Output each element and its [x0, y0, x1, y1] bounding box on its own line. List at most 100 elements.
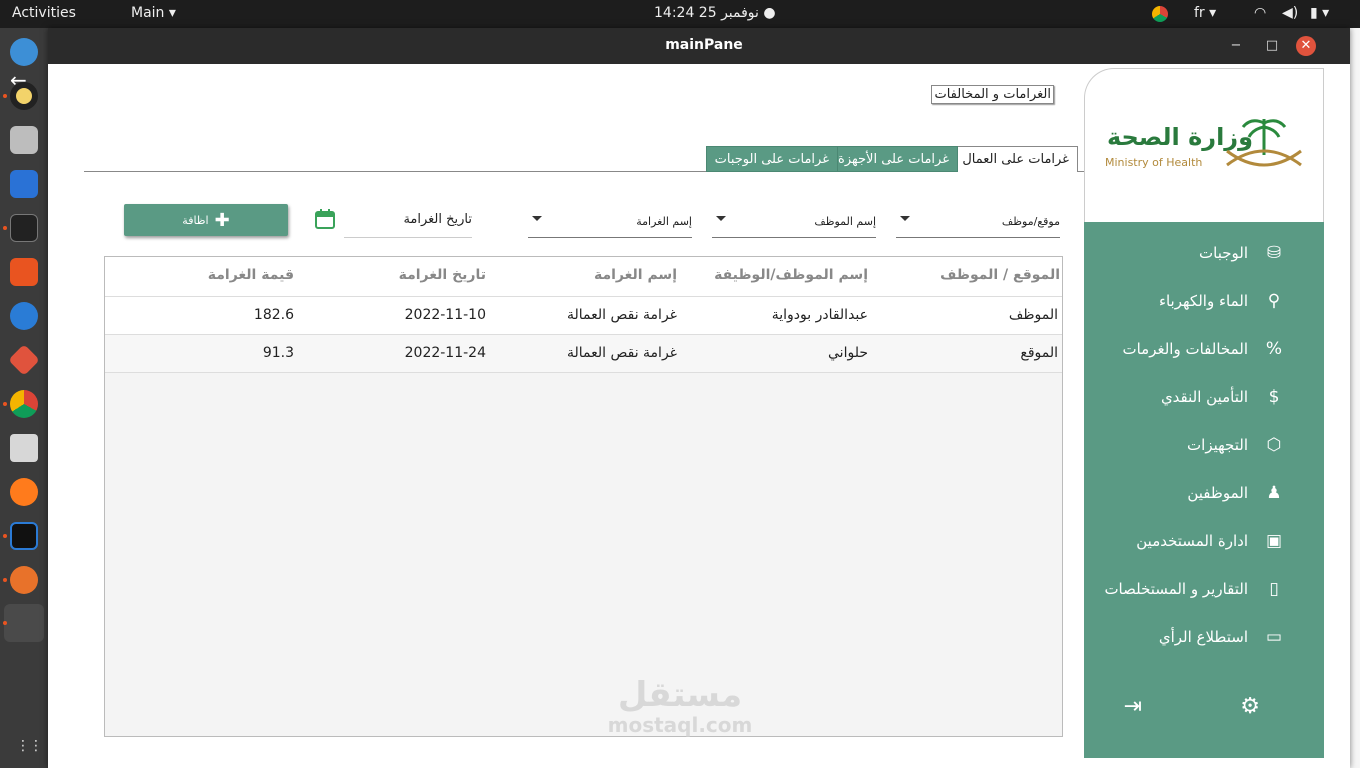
column-header[interactable]: قيمة الغرامة: [208, 267, 294, 283]
column-header[interactable]: إسم الغرامة: [594, 267, 677, 283]
close-button[interactable]: ✕: [1296, 36, 1316, 56]
dollar-icon: $: [1268, 387, 1280, 407]
title-bar[interactable]: mainPane − □ ✕: [48, 28, 1350, 64]
terminal-icon[interactable]: [10, 214, 38, 242]
tab-meals-fines[interactable]: غرامات على الوجبات: [705, 146, 838, 172]
anydesk-icon[interactable]: [8, 344, 40, 376]
running-indicator: [3, 226, 7, 230]
table-cell: غرامة نقص العمالة: [566, 345, 677, 361]
table-cell: الموظف: [1008, 307, 1058, 323]
add-button-label: اظافة: [182, 213, 209, 227]
logout-icon[interactable]: ⇥: [1124, 694, 1142, 719]
settings-gear-icon[interactable]: ⚙: [1240, 694, 1260, 719]
dropdown-arrow-icon: [716, 216, 726, 221]
writer-icon[interactable]: [10, 170, 38, 198]
table-cell: 182.6: [253, 307, 294, 323]
running-indicator: [3, 534, 7, 538]
sidebar-item-survey[interactable]: ▭ استطلاع الرأي: [1159, 622, 1284, 652]
help-icon[interactable]: [10, 302, 38, 330]
sidebar-item-fines[interactable]: % المخالفات والغرمات: [1122, 334, 1284, 364]
ministry-logo: وزارة الصحة Ministry of Health: [1084, 68, 1324, 222]
chrome-icon[interactable]: [10, 390, 38, 418]
tab-workers-fines[interactable]: غرامات على العمال: [953, 146, 1078, 172]
sidebar-item-label: الوجبات: [1199, 244, 1248, 262]
fines-table: الموقع / الموظف إسم الموظف/الوظيفة إسم ا…: [104, 256, 1063, 737]
basket-icon: ⛁: [1266, 243, 1282, 263]
sidebar-item-employees[interactable]: ♟ الموظفين: [1187, 478, 1284, 508]
volume-icon[interactable]: ◀): [1282, 5, 1298, 21]
sidebar-item-insurance[interactable]: $ التأمين النقدي: [1161, 382, 1284, 412]
files-icon[interactable]: [10, 126, 38, 154]
clock-text: 14:24 25 نوفمبر: [654, 5, 759, 21]
sidebar-item-label: الموظفين: [1187, 484, 1248, 502]
maximize-button[interactable]: □: [1262, 36, 1282, 56]
employee-name-label: إسم الموظف: [814, 215, 876, 228]
sidebar-item-label: التأمين النقدي: [1160, 388, 1248, 406]
column-header[interactable]: الموقع / الموظف: [940, 267, 1060, 283]
chrome-tray-icon[interactable]: [1152, 6, 1168, 22]
minimize-button[interactable]: −: [1226, 36, 1246, 56]
calendar-icon[interactable]: [314, 208, 336, 230]
dropdown-arrow-icon: [532, 216, 542, 221]
firefox-dev-icon[interactable]: [10, 566, 38, 594]
dock: ⋮⋮⋮: [0, 28, 56, 768]
sidebar-item-label: استطلاع الرأي: [1158, 628, 1248, 646]
box-icon: ⬡: [1266, 435, 1282, 455]
sidebar-item-equipment[interactable]: ⬡ التجهيزات: [1187, 430, 1284, 460]
java-app-icon[interactable]: [4, 604, 44, 642]
sidebar-item-label: المخالفات والغرمات: [1122, 340, 1248, 358]
fine-name-label: إسم الغرامة: [636, 215, 692, 228]
table-cell: حلواني: [828, 345, 868, 361]
activities-button[interactable]: Activities: [12, 5, 76, 21]
site-employee-select[interactable]: موقع/موظف: [896, 204, 1060, 238]
column-header[interactable]: إسم الموظف/الوظيفة: [714, 267, 868, 283]
comment-icon: ▭: [1265, 627, 1283, 647]
watermark-arabic: مستقل: [617, 675, 743, 715]
system-top-bar: Activities Main ▾ 14:24 25 نوفمبر ● fr ▾…: [0, 0, 1360, 28]
table-cell: 2022-11-24: [404, 345, 486, 361]
language-selector[interactable]: fr ▾: [1194, 5, 1216, 21]
firefox-icon[interactable]: [10, 478, 38, 506]
fine-name-select[interactable]: إسم الغرامة: [528, 204, 692, 238]
notification-dot-icon: ●: [763, 5, 776, 21]
page-title: الغرامات و المخالفات: [931, 85, 1054, 104]
back-arrow-icon[interactable]: ←: [10, 68, 27, 92]
app-content: وزارة الصحة Ministry of Health ⛁ الوجبات …: [84, 64, 1324, 768]
battery-icon[interactable]: ▮ ▾: [1310, 5, 1329, 21]
app-menu[interactable]: Main ▾: [131, 5, 176, 21]
site-employee-label: موقع/موظف: [1001, 215, 1060, 228]
percent-icon: %: [1265, 339, 1283, 359]
sidebar-item-meals[interactable]: ⛁ الوجبات: [1199, 238, 1284, 268]
main-window: mainPane − □ ✕ وزارة الصحة Ministry of H…: [10, 28, 1350, 768]
tab-equipment-fines[interactable]: غرامات على الأجهزة: [829, 146, 958, 172]
plus-icon: ✚: [214, 209, 230, 231]
employee-name-select[interactable]: إسم الموظف: [712, 204, 876, 238]
window-title: mainPane: [665, 37, 743, 53]
sidebar-item-users[interactable]: ▣ ادارة المستخدمين: [1136, 526, 1284, 556]
thunderbird-icon[interactable]: [10, 38, 38, 66]
id-card-icon: ▣: [1265, 531, 1283, 551]
add-fine-button[interactable]: ✚ اظافة: [124, 204, 288, 236]
sidebar-item-label: التجهيزات: [1187, 436, 1248, 454]
table-cell: غرامة نقص العمالة: [566, 307, 677, 323]
sidebar-item-label: الماء والكهرباء: [1158, 292, 1248, 310]
sidebar-item-utilities[interactable]: ⚲ الماء والكهرباء: [1159, 286, 1284, 316]
table-row[interactable]: الموظف عبدالقادر بودواية غرامة نقص العما…: [105, 297, 1062, 335]
wifi-icon[interactable]: ◠: [1254, 5, 1266, 21]
table-row[interactable]: الموقع حلواني غرامة نقص العمالة 2022-11-…: [105, 335, 1062, 373]
column-header[interactable]: تاريخ الغرامة: [399, 267, 486, 283]
sidebar-item-label: التقارير و المستخلصات: [1104, 580, 1248, 598]
fine-date-label: تاريخ الغرامة: [403, 212, 472, 227]
table-cell: 91.3: [262, 345, 294, 361]
faucet-icon: ⚲: [1267, 291, 1281, 311]
software-center-icon[interactable]: [10, 258, 38, 286]
image-viewer-icon[interactable]: [10, 434, 38, 462]
sidebar-item-reports[interactable]: ▯ التقارير و المستخلصات: [1104, 574, 1284, 604]
fine-date-field[interactable]: تاريخ الغرامة: [344, 204, 472, 238]
intellij-icon[interactable]: [10, 522, 38, 550]
sidebar: ⛁ الوجبات ⚲ الماء والكهرباء % المخالفات وال…: [1084, 222, 1324, 758]
clock[interactable]: 14:24 25 نوفمبر ●: [654, 5, 776, 21]
running-indicator: [3, 578, 7, 582]
file-icon: ▯: [1269, 579, 1279, 599]
palm-swords-icon: [1226, 119, 1302, 167]
